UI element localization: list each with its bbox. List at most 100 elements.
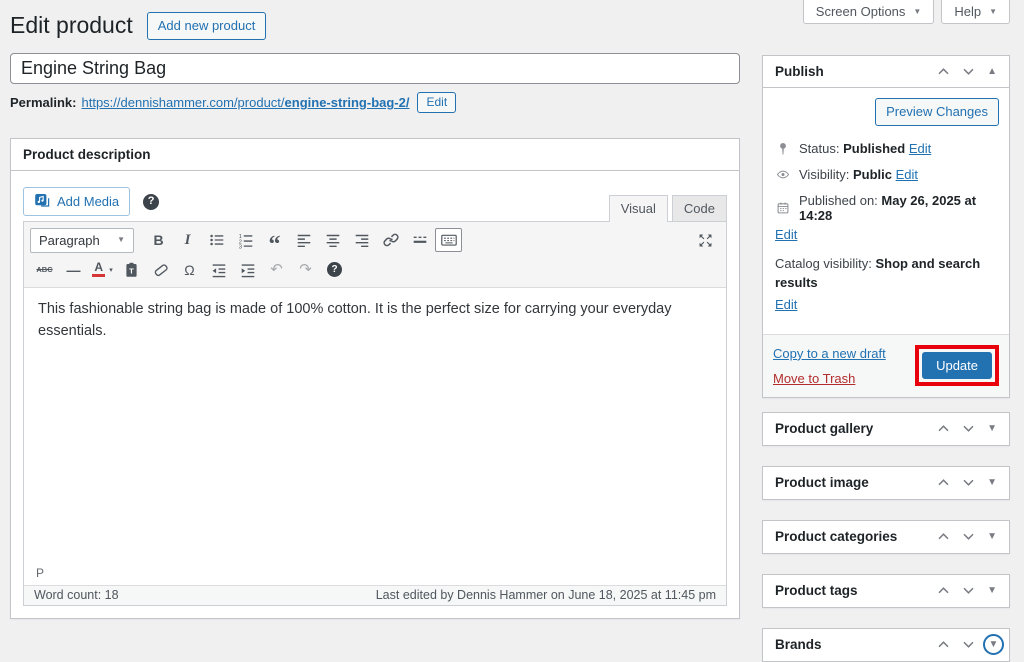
move-down-icon[interactable] (962, 637, 975, 652)
product-image-header[interactable]: Product image ▼ (763, 467, 1009, 499)
permalink-link[interactable]: https://dennishammer.com/product/engine-… (81, 95, 409, 110)
svg-text:T: T (129, 267, 134, 276)
move-up-icon[interactable] (937, 64, 950, 79)
preview-changes-button[interactable]: Preview Changes (875, 98, 999, 126)
editor-element-path[interactable]: P (24, 566, 726, 585)
add-media-button[interactable]: Add Media (23, 187, 130, 216)
paragraph-format-select[interactable]: Paragraph ▼ (30, 228, 134, 253)
expand-toggle-icon[interactable]: ▼ (987, 424, 997, 434)
horizontal-rule-button[interactable]: — (60, 258, 87, 282)
expand-toggle-icon[interactable]: ▼ (987, 586, 997, 596)
add-media-label: Add Media (57, 194, 119, 209)
product-tags-header[interactable]: Product tags ▼ (763, 575, 1009, 607)
product-categories-title: Product categories (775, 529, 897, 544)
media-icon (34, 192, 50, 211)
bulleted-list-button[interactable] (203, 228, 230, 252)
undo-button[interactable]: ↶ (263, 258, 290, 282)
catalog-visibility-edit-link[interactable]: Edit (775, 297, 797, 312)
align-right-button[interactable] (348, 228, 375, 252)
align-center-button[interactable] (319, 228, 346, 252)
permalink-edit-button[interactable]: Edit (417, 92, 456, 113)
permalink-url-prefix: https://dennishammer.com/product/ (81, 95, 284, 110)
product-categories-panel: Product categories ▼ (762, 520, 1010, 554)
svg-text:3: 3 (238, 245, 241, 249)
publish-header[interactable]: Publish ▲ (763, 56, 1009, 88)
redo-button[interactable]: ↷ (292, 258, 319, 282)
product-description-text: This fashionable string bag is made of 1… (38, 301, 671, 339)
visibility-row: Visibility: Public Edit (775, 167, 997, 182)
brands-header[interactable]: Brands ▼ (763, 629, 1009, 661)
move-up-icon[interactable] (937, 421, 950, 436)
product-categories-header[interactable]: Product categories ▼ (763, 521, 1009, 553)
italic-button[interactable]: I (174, 228, 201, 252)
move-up-icon[interactable] (937, 637, 950, 652)
product-tags-panel: Product tags ▼ (762, 574, 1010, 608)
blockquote-button[interactable]: “ (261, 228, 288, 252)
help-label: Help (954, 4, 981, 19)
editor-content-area[interactable]: This fashionable string bag is made of 1… (24, 288, 726, 566)
toolbar-toggle-button[interactable] (435, 228, 462, 252)
move-down-icon[interactable] (962, 529, 975, 544)
collapse-toggle-icon[interactable]: ▲ (987, 67, 997, 77)
product-description-title: Product description (23, 147, 151, 162)
numbered-list-button[interactable]: 123 (232, 228, 259, 252)
editor-help-icon[interactable]: ? (143, 194, 159, 210)
focus-ring: ▼ (983, 634, 1004, 655)
status-edit-link[interactable]: Edit (909, 141, 931, 156)
visibility-edit-link[interactable]: Edit (896, 167, 918, 182)
text-color-button[interactable]: A▾ (89, 258, 116, 282)
strikethrough-button[interactable]: ABC (31, 258, 58, 282)
distraction-free-button[interactable] (692, 228, 719, 252)
paste-as-text-button[interactable]: T (118, 258, 145, 282)
read-more-button[interactable] (406, 228, 433, 252)
status-row: Status: Published Edit (775, 141, 997, 156)
publishing-actions: Copy to a new draft Move to Trash Update (763, 334, 1009, 397)
product-title-input[interactable] (10, 53, 740, 84)
add-new-product-button[interactable]: Add new product (147, 12, 267, 40)
copy-to-draft-link[interactable]: Copy to a new draft (773, 346, 886, 361)
screen-meta-links: Screen Options ▼ Help ▼ (803, 0, 1010, 24)
editor-statusbar: Word count: 18 Last edited by Dennis Ham… (24, 585, 726, 605)
chevron-down-icon: ▼ (989, 8, 997, 16)
screen-options-button[interactable]: Screen Options ▼ (803, 0, 935, 24)
outdent-button[interactable] (205, 258, 232, 282)
special-character-button[interactable]: Ω (176, 258, 203, 282)
move-down-icon[interactable] (962, 421, 975, 436)
annotation-highlight-box: Update (915, 345, 999, 386)
product-gallery-panel: Product gallery ▼ (762, 412, 1010, 446)
editor-toolbar: Paragraph ▼ BI 123“ ABC—A▾ T Ω ↶↷? (24, 222, 726, 288)
move-down-icon[interactable] (962, 475, 975, 490)
indent-button[interactable] (234, 258, 261, 282)
product-image-title: Product image (775, 475, 869, 490)
bold-button[interactable]: B (145, 228, 172, 252)
move-down-icon[interactable] (962, 64, 975, 79)
update-button[interactable]: Update (922, 352, 992, 379)
help-button[interactable]: Help ▼ (941, 0, 1010, 24)
move-down-icon[interactable] (962, 583, 975, 598)
move-up-icon[interactable] (937, 529, 950, 544)
published-on-edit-link[interactable]: Edit (775, 227, 797, 242)
publish-title: Publish (775, 64, 824, 79)
move-up-icon[interactable] (937, 475, 950, 490)
align-left-button[interactable] (290, 228, 317, 252)
last-edited-note: Last edited by Dennis Hammer on June 18,… (376, 588, 716, 602)
word-count: Word count: 18 (34, 588, 119, 602)
screen-options-label: Screen Options (816, 4, 906, 19)
move-up-icon[interactable] (937, 583, 950, 598)
clear-formatting-button[interactable] (147, 258, 174, 282)
editor-frame: Paragraph ▼ BI 123“ ABC—A▾ T Ω ↶↷? This fash… (23, 221, 727, 606)
tab-code[interactable]: Code (672, 195, 727, 222)
expand-toggle-icon[interactable]: ▼ (989, 640, 999, 650)
pin-icon (775, 141, 791, 156)
expand-toggle-icon[interactable]: ▼ (987, 478, 997, 488)
tab-visual[interactable]: Visual (609, 195, 668, 222)
brands-title: Brands (775, 637, 822, 652)
permalink-label: Permalink: (10, 95, 76, 110)
product-gallery-header[interactable]: Product gallery ▼ (763, 413, 1009, 445)
product-tags-title: Product tags (775, 583, 858, 598)
expand-toggle-icon[interactable]: ▼ (987, 532, 997, 542)
link-button[interactable] (377, 228, 404, 252)
help-button[interactable]: ? (321, 258, 348, 282)
product-image-panel: Product image ▼ (762, 466, 1010, 500)
move-to-trash-link[interactable]: Move to Trash (773, 371, 886, 386)
